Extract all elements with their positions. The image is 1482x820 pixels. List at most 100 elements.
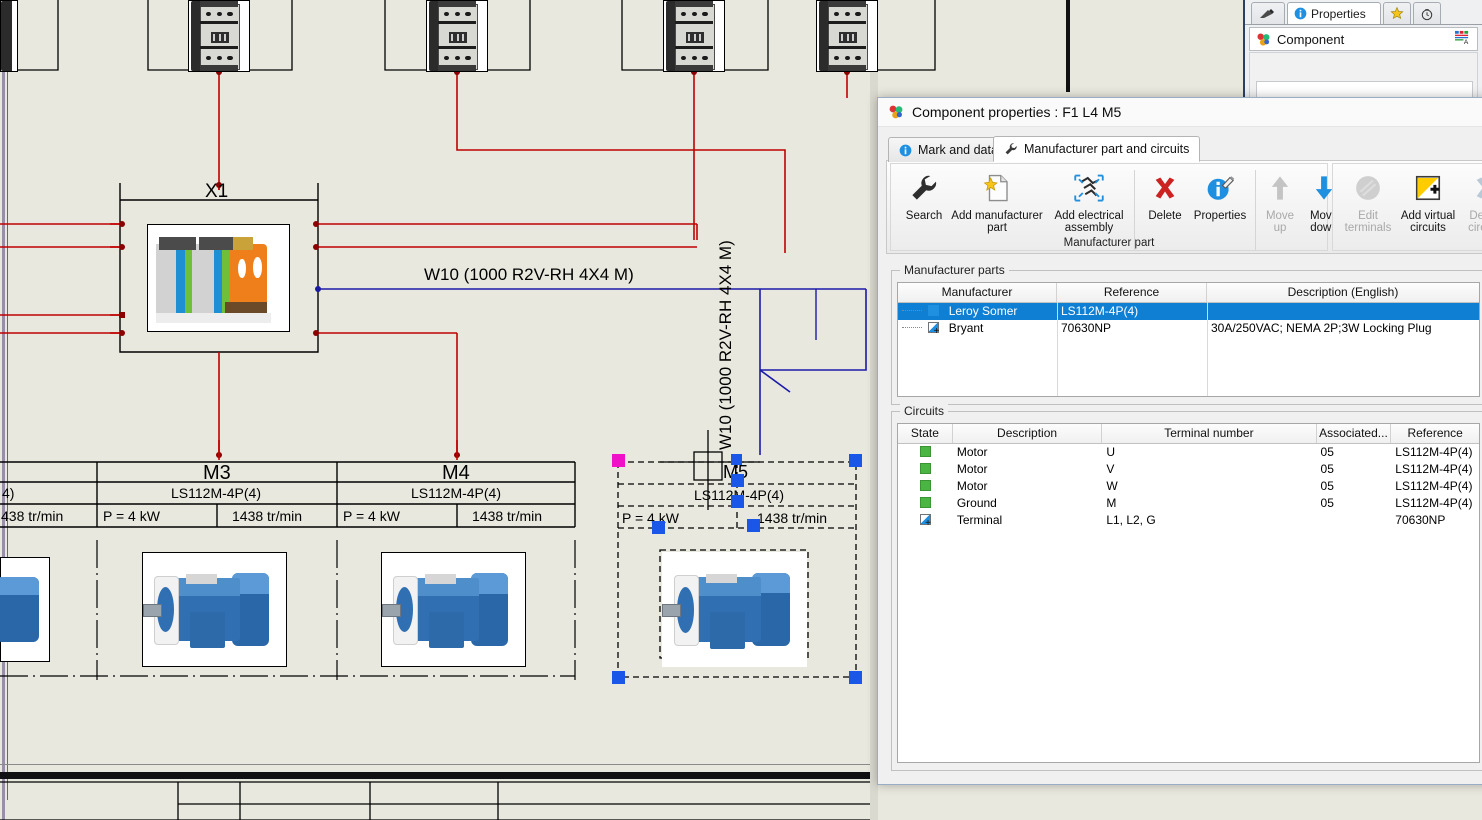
delete-circuits-button[interactable]: Delete circuits — [1461, 168, 1482, 234]
contactor-photo-4[interactable] — [816, 0, 878, 72]
motor-photo-m5[interactable] — [662, 552, 807, 667]
contactor-photo-3[interactable] — [663, 0, 725, 72]
tab-manufacturer-part-and-circuits[interactable]: Manufacturer part and circuits — [993, 136, 1201, 162]
search-button-label: Search — [905, 210, 943, 222]
selection-handle-power[interactable] — [652, 521, 665, 534]
col-manufacturer[interactable]: Manufacturer — [898, 283, 1057, 302]
table-row[interactable]: Terminal L1, L2, G 70630NP — [898, 512, 1479, 529]
cell-manufacturer: Bryant — [948, 321, 984, 335]
selection-handle-speed[interactable] — [747, 519, 760, 532]
manufacturer-parts-grid[interactable]: Manufacturer Reference Description (Engl… — [897, 282, 1480, 397]
selection-origin-handle[interactable] — [612, 454, 625, 467]
wrench-icon — [1005, 143, 1017, 155]
state-swatch-green — [919, 480, 931, 491]
selection-handle-tag[interactable] — [731, 474, 744, 487]
motor-photo-m3[interactable] — [142, 552, 287, 667]
properties-dock-panel[interactable]: Properties Component A — [1243, 0, 1482, 108]
move-up-button[interactable]: Move up — [1259, 168, 1301, 234]
table-row[interactable]: Bryant 70630NP 30A/250VAC; NEMA 2P;3W Lo… — [898, 320, 1479, 337]
table-row[interactable]: Motor U 05 LS112M-4P(4) — [898, 444, 1479, 461]
tab-properties[interactable]: Properties — [1287, 2, 1381, 24]
col-state[interactable]: State — [898, 424, 953, 443]
motor-power-m3: P = 4 kW — [103, 508, 160, 524]
move-up-label: Move up — [1265, 210, 1295, 234]
table-row[interactable]: Motor V 05 LS112M-4P(4) — [898, 461, 1479, 478]
motor-ref-m4: LS112M-4P(4) — [411, 485, 502, 501]
terminal-disc-icon — [1353, 168, 1383, 208]
tab-mark-and-data[interactable]: Mark and data — [888, 137, 1009, 162]
table-row[interactable]: Leroy Somer LS112M-4P(4) — [898, 303, 1479, 320]
circuits-caption: Circuits — [900, 404, 949, 418]
cell-associated: 05 — [1320, 462, 1334, 476]
state-swatch-virtual — [919, 514, 931, 529]
cell-terminal: L1, L2, G — [1106, 513, 1156, 527]
motor-icon — [662, 552, 807, 667]
selection-handle-tr[interactable] — [849, 454, 862, 467]
svg-text:A: A — [1464, 39, 1469, 45]
assembly-icon — [1072, 168, 1106, 208]
selection-handle-bl[interactable] — [612, 671, 625, 684]
cell-associated: 05 — [1320, 445, 1334, 459]
contactor-icon — [1, 1, 17, 71]
circuits-grid[interactable]: State Description Terminal number Associ… — [897, 423, 1480, 763]
col-description[interactable]: Description — [953, 424, 1103, 443]
col-terminal-number[interactable]: Terminal number — [1102, 424, 1317, 443]
tree-connector — [902, 310, 922, 311]
cell-associated: 05 — [1320, 479, 1334, 493]
tab-favorites[interactable] — [1383, 2, 1411, 24]
component-properties-dialog[interactable]: Component properties : F1 L4 M5 Mark and… — [877, 97, 1482, 785]
dock-component-label: Component — [1277, 31, 1345, 47]
tab-pen[interactable] — [1251, 2, 1285, 24]
cell-terminal: U — [1106, 445, 1115, 459]
contactor-photo-1[interactable] — [188, 0, 250, 72]
motor-power-m5: P = 4 kW — [622, 510, 679, 526]
text-attributes-icon-glyph: A — [1455, 30, 1469, 46]
selection-handle-ref[interactable] — [731, 495, 744, 508]
cell-reference: 70630NP — [1061, 321, 1112, 335]
add-electrical-assembly-button[interactable]: Add electrical assembly — [1047, 168, 1131, 234]
manufacturer-parts-caption: Manufacturer parts — [900, 263, 1009, 277]
terminal-strip-photo[interactable] — [147, 224, 290, 332]
table-row[interactable]: Motor W 05 LS112M-4P(4) — [898, 478, 1479, 495]
dock-component-bar[interactable]: Component A — [1249, 27, 1478, 51]
cell-reference: 70630NP — [1395, 513, 1446, 527]
cell-description: 30A/250VAC; NEMA 2P;3W Locking Plug — [1211, 321, 1432, 335]
motor-icon — [0, 558, 49, 661]
text-attributes-icon[interactable]: A — [1454, 30, 1471, 48]
col-associated[interactable]: Associated... — [1317, 424, 1392, 443]
ribbon-group-manufacturer-part: Search Add manufacturer part Add electri… — [890, 163, 1338, 251]
motor-photo-partial[interactable] — [0, 557, 50, 662]
state-swatch-green — [919, 463, 931, 474]
col-description[interactable]: Description (English) — [1207, 283, 1479, 302]
contactor-photo-2[interactable] — [426, 0, 488, 72]
col-reference[interactable]: Reference — [1057, 283, 1207, 302]
tree-connector — [902, 327, 922, 328]
ribbon-group-label-manufacturer-part: Manufacturer part — [1063, 237, 1155, 249]
edit-terminals-button[interactable]: Edit terminals — [1339, 168, 1397, 234]
cell-reference: LS112M-4P(4) — [1395, 496, 1473, 510]
search-button[interactable]: Search — [897, 168, 951, 222]
selection-handle-br[interactable] — [849, 671, 862, 684]
component-icon — [889, 105, 903, 119]
col-reference[interactable]: Reference — [1391, 424, 1479, 443]
info-pencil-icon — [1205, 168, 1235, 208]
dialog-ribbon: Search Add manufacturer part Add electri… — [886, 160, 1482, 254]
add-virtual-circuits-button[interactable]: Add virtual circuits — [1397, 168, 1459, 234]
cell-description: Terminal — [956, 513, 1003, 527]
motor-photo-m4[interactable] — [381, 552, 526, 667]
motor-icon — [143, 553, 286, 666]
motor-ref-m3: LS112M-4P(4) — [171, 485, 262, 501]
motor-speed-m5: 1438 tr/min — [757, 510, 828, 526]
table-row[interactable]: Ground M 05 LS112M-4P(4) — [898, 495, 1479, 512]
contactor-photo-partial[interactable] — [0, 0, 18, 72]
info-icon — [1294, 7, 1307, 20]
add-electrical-assembly-label: Add electrical assembly — [1054, 210, 1124, 234]
dialog-titlebar[interactable]: Component properties : F1 L4 M5 — [878, 98, 1482, 127]
delete-button[interactable]: Delete — [1141, 168, 1189, 222]
selection-handle-top[interactable] — [731, 454, 742, 465]
cell-reference: LS112M-4P(4) — [1395, 462, 1473, 476]
tab-history[interactable] — [1413, 2, 1441, 24]
add-manufacturer-part-button[interactable]: Add manufacturer part — [949, 168, 1045, 234]
yellow-plus-icon — [1413, 168, 1443, 208]
properties-button[interactable]: Properties — [1189, 168, 1251, 222]
